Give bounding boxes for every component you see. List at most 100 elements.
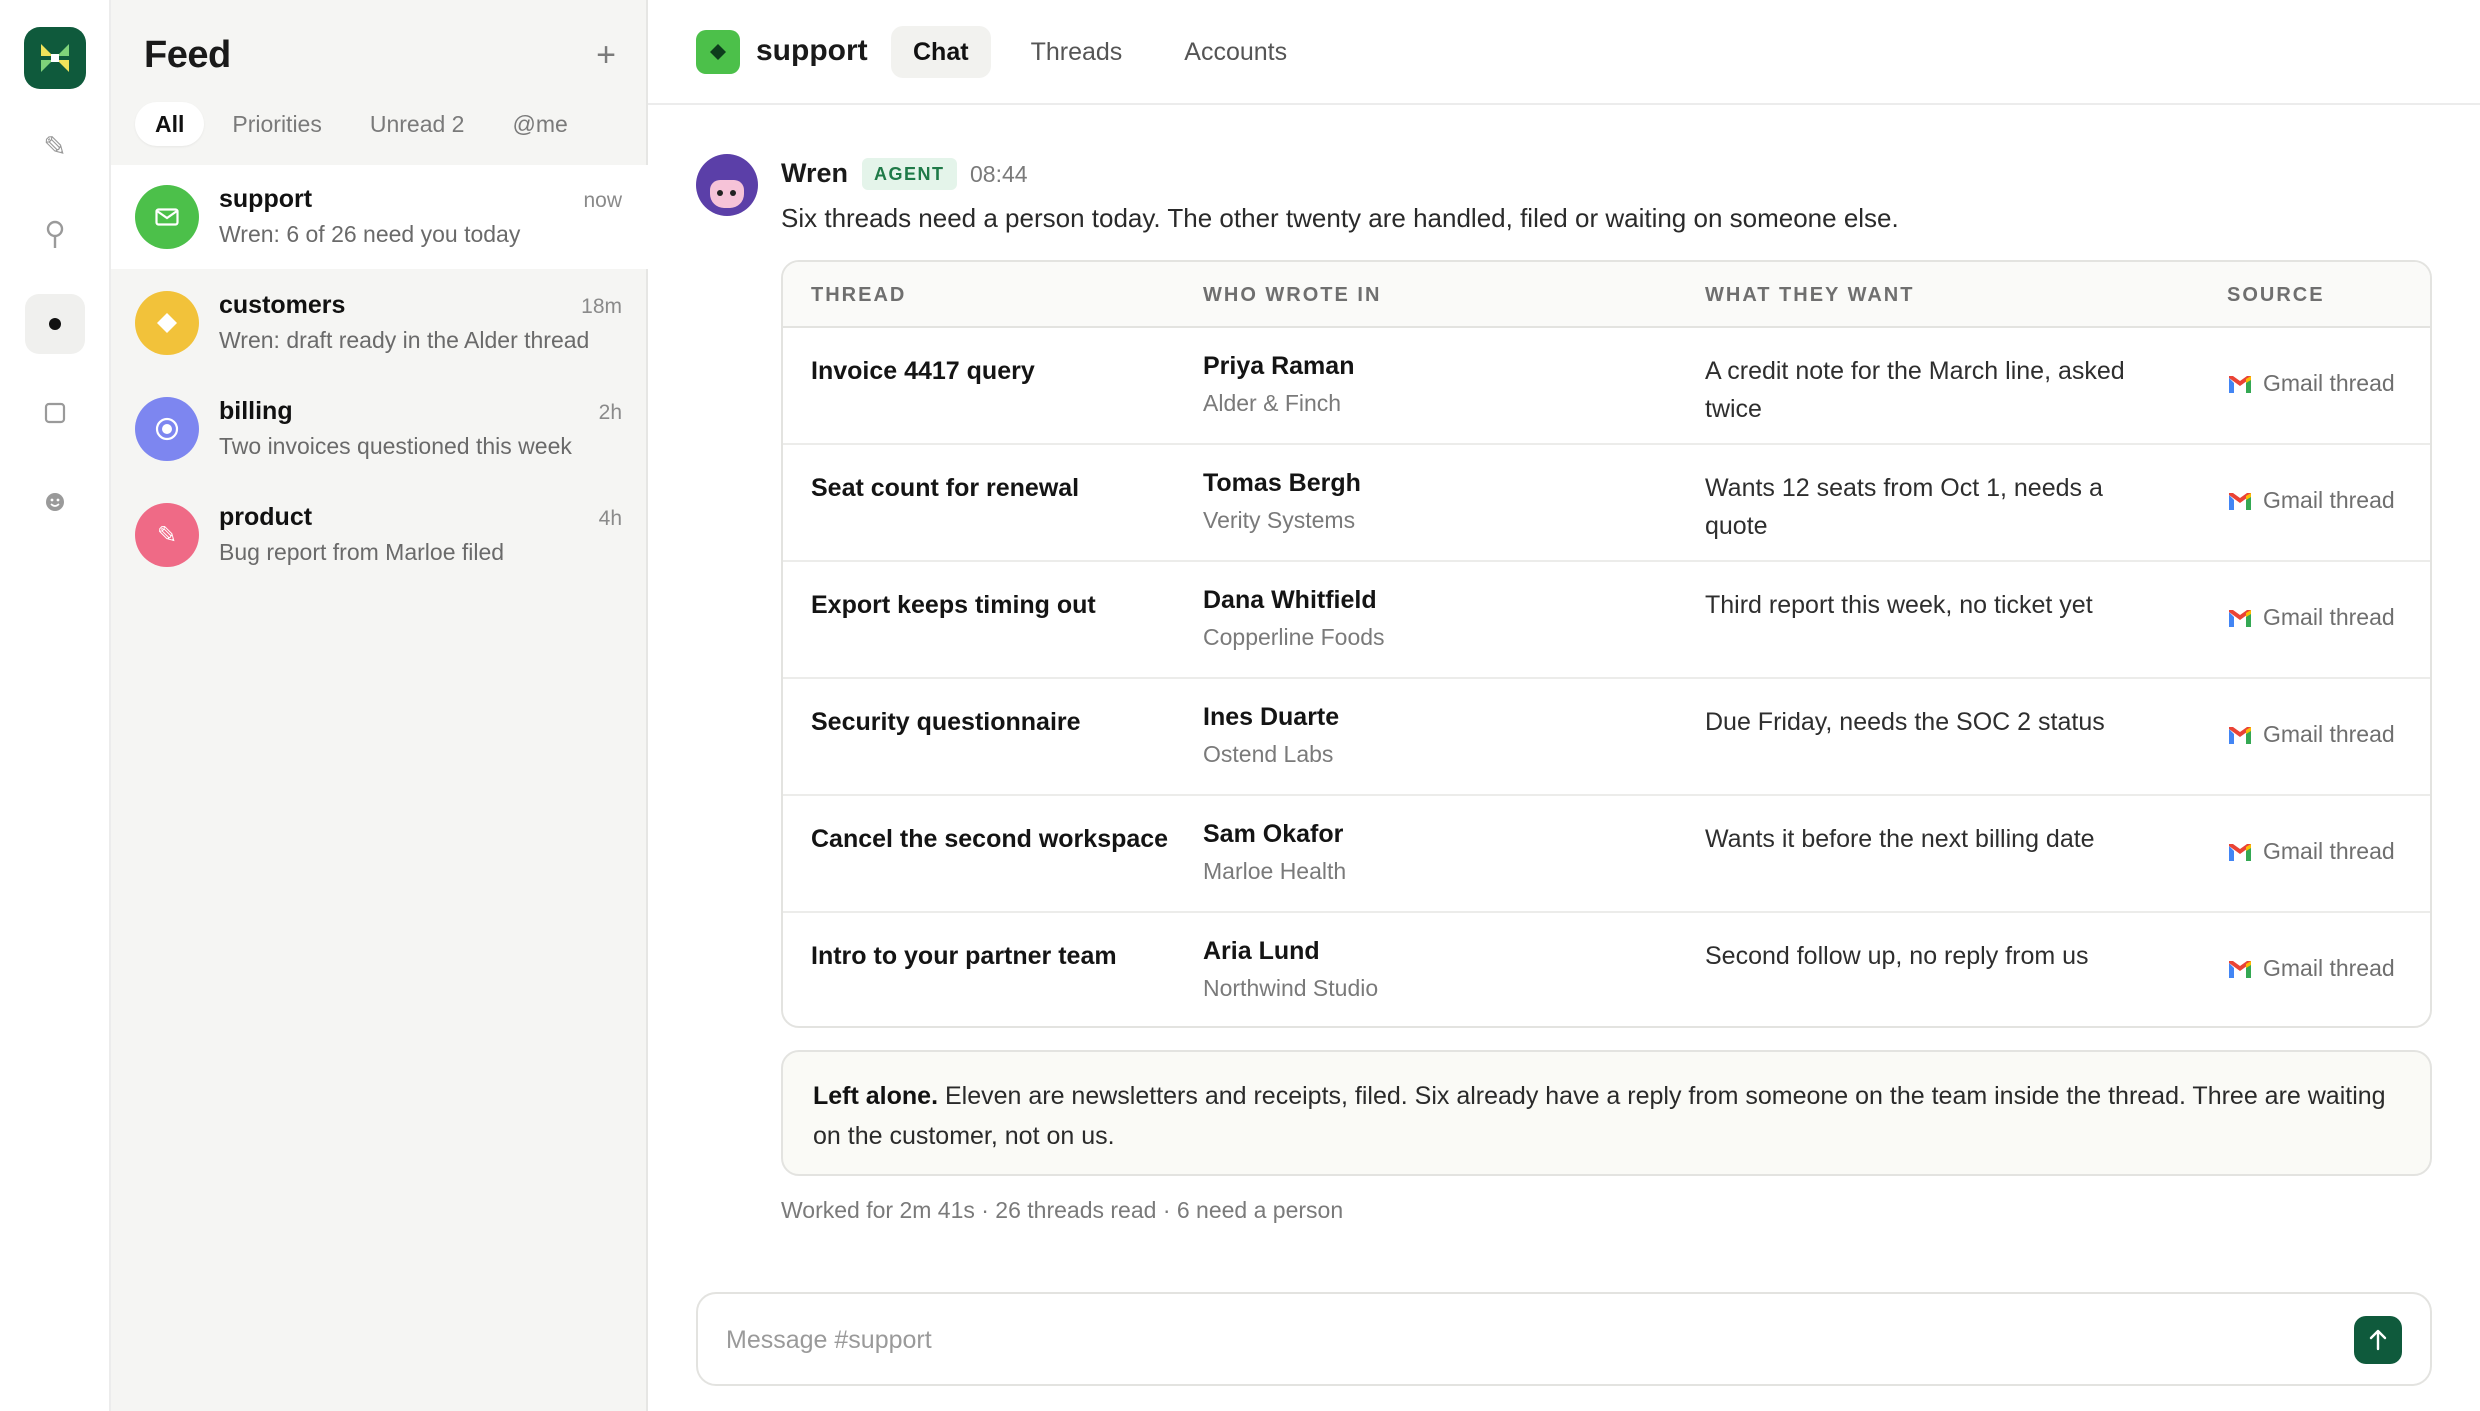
feed-rail-button[interactable] bbox=[25, 294, 85, 354]
app-logo[interactable] bbox=[24, 27, 86, 89]
pin-icon bbox=[46, 220, 64, 248]
sender-name: Tomas Bergh bbox=[1203, 469, 1361, 497]
feed-tab-mentions[interactable]: @me bbox=[492, 102, 587, 146]
feed-filter-tabs: All Priorities Unread 2 @me bbox=[135, 102, 588, 146]
column-header-who: WHO WROTE IN bbox=[1203, 284, 1382, 306]
table-row[interactable]: Seat count for renewal Tomas Bergh Verit… bbox=[783, 445, 2430, 562]
source-link[interactable]: Gmail thread bbox=[2227, 604, 2395, 631]
message-text: Six threads need a person today. The oth… bbox=[781, 203, 1899, 233]
channel-tabs: Chat Threads Accounts bbox=[891, 26, 1309, 78]
channel-time: 2h bbox=[598, 401, 622, 424]
channel-item-support[interactable]: support now Wren: 6 of 26 need you today bbox=[111, 165, 648, 269]
note-lead: Left alone. bbox=[813, 1082, 939, 1110]
channel-preview: Two invoices questioned this week bbox=[219, 433, 572, 459]
add-channel-button[interactable]: + bbox=[596, 38, 616, 72]
pins-rail-button[interactable] bbox=[25, 205, 85, 265]
channel-header: support Chat Threads Accounts bbox=[648, 0, 2480, 105]
agent-avatar[interactable] bbox=[696, 154, 758, 216]
table-row[interactable]: Cancel the second workspace Sam Okafor M… bbox=[783, 796, 2430, 913]
sender-name: Aria Lund bbox=[1203, 937, 1320, 965]
channel-time: 4h bbox=[598, 507, 622, 530]
request-summary: Wants it before the next billing date bbox=[1705, 825, 2095, 853]
source-label: Gmail thread bbox=[2263, 604, 2395, 630]
send-button[interactable] bbox=[2354, 1316, 2402, 1364]
gmail-icon bbox=[2229, 843, 2251, 861]
sender-name: Ines Duarte bbox=[1203, 703, 1340, 731]
source-link[interactable]: Gmail thread bbox=[2227, 955, 2395, 982]
table-row[interactable]: Export keeps timing out Dana Whitfield C… bbox=[783, 562, 2430, 679]
column-header-thread: THREAD bbox=[811, 284, 907, 306]
message-time: 08:44 bbox=[970, 161, 1028, 187]
request-summary: Second follow up, no reply from us bbox=[1705, 942, 2089, 970]
sender-org: Ostend Labs bbox=[1203, 741, 1334, 767]
note-text: Eleven are newsletters and receipts, fil… bbox=[813, 1082, 2386, 1150]
channel-name: support bbox=[219, 185, 313, 213]
channel-time: now bbox=[583, 189, 622, 212]
request-summary: Wants 12 seats from Oct 1, needs a quote bbox=[1705, 474, 2103, 540]
source-label: Gmail thread bbox=[2263, 955, 2395, 981]
channel-item-billing[interactable]: billing 2h Two invoices questioned this … bbox=[111, 377, 648, 481]
feed-panel: Feed + All Priorities Unread 2 @me suppo… bbox=[111, 0, 648, 1411]
source-link[interactable]: Gmail thread bbox=[2227, 370, 2395, 397]
feed-tab-all[interactable]: All bbox=[135, 102, 205, 146]
column-header-want: WHAT THEY WANT bbox=[1705, 284, 1915, 306]
channel-time: 18m bbox=[581, 295, 622, 318]
channel-item-product[interactable]: ✎ product 4h Bug report from Marloe file… bbox=[111, 483, 648, 587]
sender-name: Sam Okafor bbox=[1203, 820, 1344, 848]
mail-icon bbox=[155, 208, 179, 226]
source-link[interactable]: Gmail thread bbox=[2227, 487, 2395, 514]
sender-org: Marloe Health bbox=[1203, 858, 1347, 884]
thread-subject: Cancel the second workspace bbox=[811, 825, 1169, 853]
table-row[interactable]: Security questionnaire Ines Duarte Osten… bbox=[783, 679, 2430, 796]
gmail-icon bbox=[2229, 960, 2251, 978]
source-label: Gmail thread bbox=[2263, 370, 2395, 396]
table-row[interactable]: Intro to your partner team Aria Lund Nor… bbox=[783, 913, 2430, 1026]
tab-accounts[interactable]: Accounts bbox=[1162, 26, 1309, 78]
tasks-rail-button[interactable] bbox=[25, 383, 85, 443]
request-summary: Third report this week, no ticket yet bbox=[1705, 591, 2093, 619]
diamond-icon bbox=[157, 313, 177, 333]
pencil-icon: ✎ bbox=[43, 130, 67, 162]
dot-icon bbox=[49, 318, 61, 330]
gmail-icon bbox=[2229, 609, 2251, 627]
thread-subject: Security questionnaire bbox=[811, 708, 1081, 736]
feed-tab-unread[interactable]: Unread 2 bbox=[350, 102, 485, 146]
channel-name: product bbox=[219, 503, 313, 531]
thread-subject: Invoice 4417 query bbox=[811, 357, 1035, 385]
main-panel: support Chat Threads Accounts Wren AGENT… bbox=[648, 0, 2480, 1411]
tab-threads[interactable]: Threads bbox=[1009, 26, 1145, 78]
source-label: Gmail thread bbox=[2263, 487, 2395, 513]
source-link[interactable]: Gmail thread bbox=[2227, 721, 2395, 748]
channel-icon bbox=[696, 30, 740, 74]
channel-avatar bbox=[135, 291, 199, 355]
source-link[interactable]: Gmail thread bbox=[2227, 838, 2395, 865]
compose-rail-button[interactable]: ✎ bbox=[25, 116, 85, 176]
left-alone-note: Left alone. Eleven are newsletters and r… bbox=[781, 1050, 2432, 1176]
message-author[interactable]: Wren bbox=[781, 158, 848, 189]
arrow-up-icon bbox=[2369, 1329, 2387, 1351]
table-row[interactable]: Invoice 4417 query Priya Raman Alder & F… bbox=[783, 328, 2430, 445]
gmail-icon bbox=[2229, 726, 2251, 744]
thread-subject: Intro to your partner team bbox=[811, 942, 1117, 970]
app-rail: ✎ bbox=[0, 0, 111, 1411]
request-summary: A credit note for the March line, asked … bbox=[1705, 357, 2125, 423]
sender-org: Copperline Foods bbox=[1203, 624, 1385, 650]
square-icon bbox=[44, 402, 66, 424]
channel-title: support bbox=[756, 34, 868, 67]
sender-name: Dana Whitfield bbox=[1203, 586, 1377, 614]
channel-item-customers[interactable]: customers 18m Wren: draft ready in the A… bbox=[111, 271, 648, 375]
face-icon bbox=[46, 493, 64, 511]
agent-badge: AGENT bbox=[862, 158, 957, 190]
thread-subject: Export keeps timing out bbox=[811, 591, 1096, 619]
profile-rail-button[interactable] bbox=[25, 472, 85, 532]
feed-title: Feed bbox=[144, 34, 231, 76]
thread-subject: Seat count for renewal bbox=[811, 474, 1080, 502]
message-input[interactable] bbox=[726, 1318, 2286, 1362]
tab-chat[interactable]: Chat bbox=[891, 26, 991, 78]
work-summary: Worked for 2m 41s · 26 threads read · 6 … bbox=[781, 1197, 1344, 1223]
pencil-icon: ✎ bbox=[156, 521, 178, 549]
gmail-icon bbox=[2229, 375, 2251, 393]
channel-avatar bbox=[135, 185, 199, 249]
channel-preview: Wren: 6 of 26 need you today bbox=[219, 221, 521, 247]
feed-tab-priorities[interactable]: Priorities bbox=[212, 102, 341, 146]
